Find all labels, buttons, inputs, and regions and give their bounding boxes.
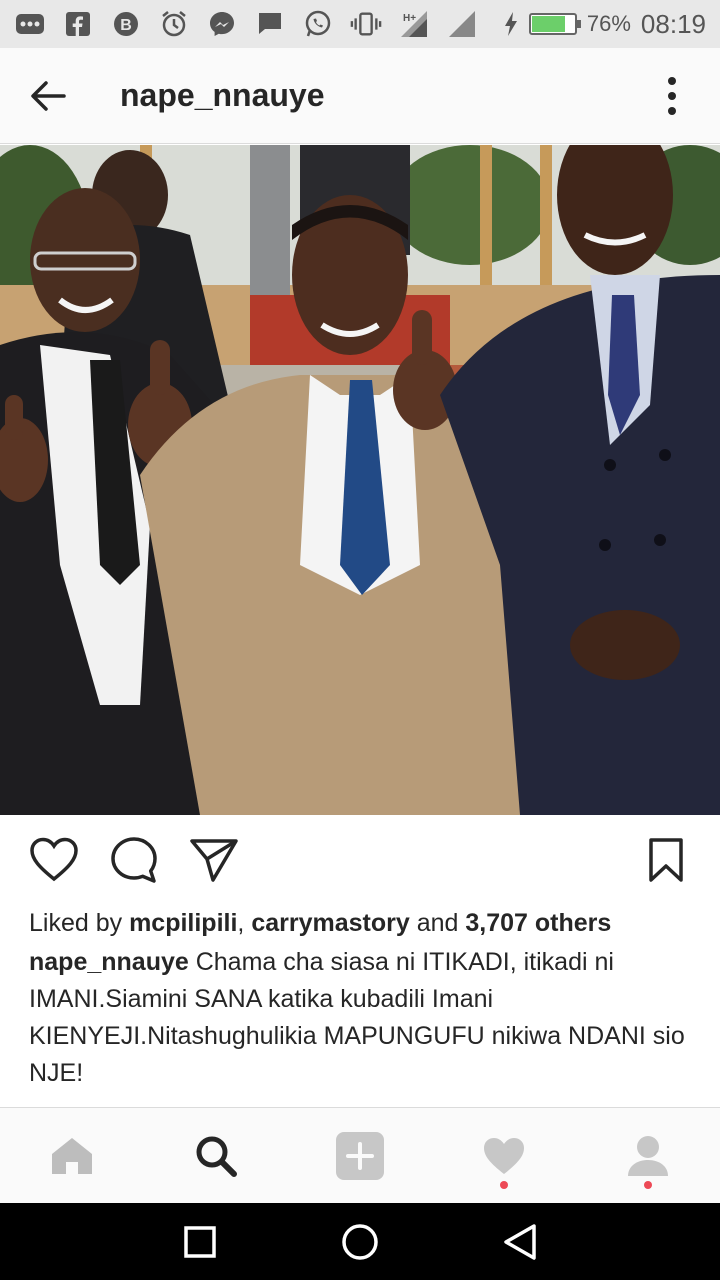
vertical-dots-icon [668,76,676,115]
likes-separator: , [237,909,252,937]
comment-icon [111,837,157,883]
battery-icon [528,13,581,35]
add-post-icon [336,1131,384,1180]
profile-icon [628,1135,668,1176]
status-left-icons: B H+ [14,8,478,40]
signal-icon [446,8,478,40]
likes-prefix: Liked by [29,909,130,937]
likes-and: and [409,909,466,937]
likes-line: Liked by mcpilipili, carrymastory and 3,… [29,905,699,941]
facebook-icon [62,8,94,40]
back-nav-button[interactable] [490,1212,550,1272]
whatsapp-icon [302,8,334,40]
post-actions [0,815,720,905]
battery-percent: 76% [586,11,631,36]
b-icon: B [110,8,142,40]
post-photo[interactable] [0,145,720,815]
post-image [0,145,720,815]
circle-icon [342,1223,378,1260]
activity-notification-dot [500,1181,508,1189]
nav-activity[interactable] [432,1108,576,1203]
back-button[interactable] [0,48,96,144]
nav-home[interactable] [0,1108,144,1203]
battery-fill [531,16,566,32]
more-icon [14,8,46,40]
heart-icon [30,837,78,882]
bottom-nav [0,1107,720,1203]
share-button[interactable] [182,828,246,892]
signal-h-icon: H+ [398,8,430,40]
alarm-icon [158,8,190,40]
android-nav-bar [0,1203,720,1280]
svg-text:B: B [120,17,132,34]
caption: nape_nnauye Chama cha siasa ni ITIKADI, … [29,944,699,1092]
recents-button[interactable] [170,1212,230,1272]
profile-notification-dot [644,1181,652,1189]
status-bar: B H+ 76% 08:19 [0,0,720,48]
triangle-back-icon [504,1223,536,1260]
heart-filled-icon [484,1137,524,1174]
nav-search[interactable] [144,1108,288,1203]
profile-username-title: nape_nnauye [120,77,325,113]
bookmark-icon [649,838,683,882]
send-icon [190,839,238,882]
back-arrow-icon [31,80,66,111]
search-icon [196,1136,237,1177]
svg-text:H+: H+ [403,13,416,24]
liker-link-1[interactable]: mcpilipili [129,909,237,937]
nav-new-post[interactable] [288,1108,432,1203]
message-icon [254,8,286,40]
clock: 08:19 [640,8,706,39]
charging-icon [503,8,519,40]
likes-others-link[interactable]: 3,707 others [465,909,611,937]
caption-username[interactable]: nape_nnauye [29,948,189,976]
save-button[interactable] [634,828,698,892]
status-right: 76% 08:19 [503,8,706,40]
home-icon [52,1137,92,1174]
comment-button[interactable] [102,828,166,892]
app-header: nape_nnauye [0,48,720,144]
messenger-icon [206,8,238,40]
liker-link-2[interactable]: carrymastory [251,909,409,937]
square-icon [184,1225,216,1258]
like-button[interactable] [22,828,86,892]
vibrate-icon [350,8,382,40]
nav-profile[interactable] [576,1108,720,1203]
home-button[interactable] [330,1212,390,1272]
more-options-button[interactable] [624,48,720,144]
